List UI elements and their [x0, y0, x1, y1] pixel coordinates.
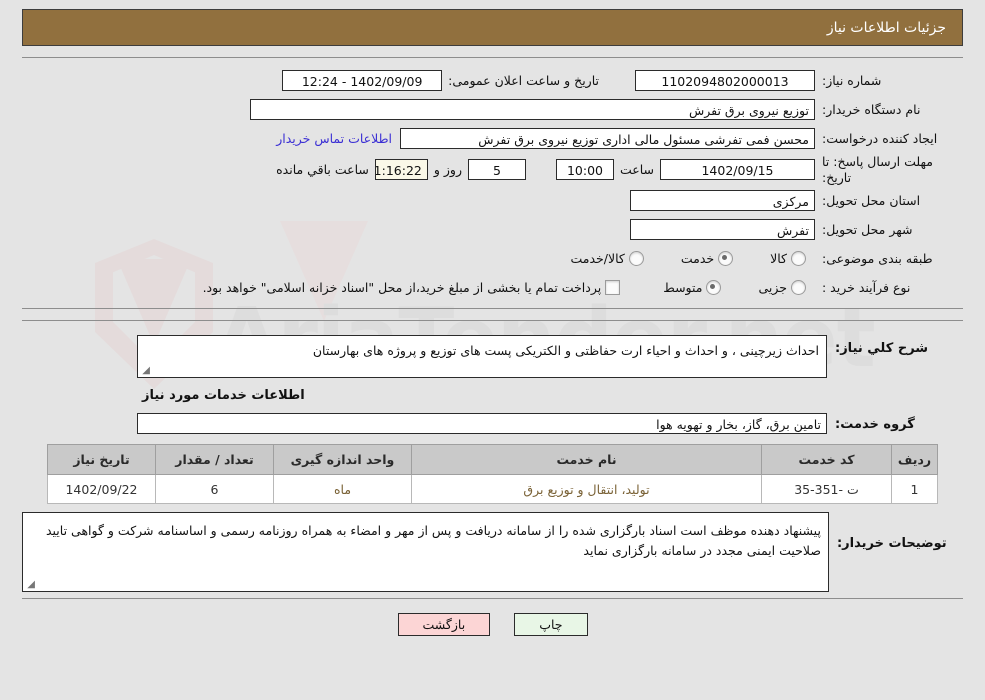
row-deadline: مهلت ارسال پاسخ: تا تاریخ: 1402/09/15 سا… — [22, 153, 963, 186]
process-option-motevaset-label: متوسط — [663, 280, 703, 296]
page-title-bar: جزئیات اطلاعات نیاز — [22, 9, 963, 46]
category-option-khedmat[interactable]: خدمت — [680, 251, 742, 267]
row-buyer-org: نام دستگاه خریدار: توزیع نیروی برق تفرش — [22, 95, 963, 124]
print-button[interactable]: چاپ — [514, 613, 588, 637]
public-announce-value: 1402/09/09 - 12:24 — [282, 70, 443, 91]
cell-need-date: 1402/09/22 — [47, 474, 156, 505]
deadline-label: مهلت ارسال پاسخ: تا تاریخ: — [822, 154, 933, 185]
cell-quantity: 6 — [155, 474, 274, 505]
table-row: 1 ت -351-35 تولید، انتقال و توزیع برق ما… — [47, 474, 938, 505]
row-need-number: شماره نیاز: 1102094802000013 تاریخ و ساع… — [22, 66, 963, 95]
buyer-notes-label: توضیحات خریدار: — [836, 536, 947, 552]
need-description-label: شرح کلي نیاز: — [835, 341, 929, 357]
need-description-textarea[interactable]: احداث زیرچینی ، و احداث و احیاء ارت حفاظ… — [137, 335, 827, 379]
buyer-contact-link[interactable]: اطلاعات تماس خریدار — [268, 131, 400, 146]
treasury-checkbox-label: پرداخت تمام یا بخشی از مبلغ خرید،از محل … — [202, 280, 602, 296]
category-option-kala-label: کالا — [770, 251, 787, 267]
radio-kala-icon[interactable] — [791, 251, 806, 267]
service-group-value: تامین برق، گاز، بخار و تهویه هوا — [137, 413, 827, 435]
services-panel: شرح کلي نیاز: احداث زیرچینی ، و احداث و … — [22, 320, 963, 600]
process-label: نوع فرآیند خرید : — [822, 280, 911, 296]
need-description-block: شرح کلي نیاز: احداث زیرچینی ، و احداث و … — [22, 335, 963, 379]
process-option-jozei[interactable]: جزیی — [758, 280, 815, 296]
page-root: جزئیات اطلاعات نیاز شماره نیاز: 11020948… — [0, 9, 985, 637]
creator-label: ایجاد کننده درخواست: — [822, 131, 938, 146]
row-category: طبقه بندی موضوعی: کالا خدمت کالا/خدمت — [22, 244, 963, 273]
radio-kala-khedmat-icon[interactable] — [628, 251, 644, 267]
city-label: شهر محل تحویل: — [822, 222, 913, 238]
category-label: طبقه بندی موضوعی: — [822, 251, 933, 267]
deadline-time-value: 10:00 — [555, 159, 614, 181]
services-table: ردیف کد خدمت نام خدمت واحد اندازه گیری ت… — [47, 444, 938, 505]
back-button[interactable]: بازگشت — [397, 613, 491, 637]
buyer-notes-textarea[interactable]: پیشنهاد دهنده موظف است اسناد بارگزاری شد… — [22, 512, 829, 593]
deadline-date-value: 1402/09/15 — [660, 159, 815, 181]
resize-grip-icon[interactable]: ◢ — [140, 366, 150, 376]
service-group-label: گروه خدمت: — [835, 417, 915, 433]
buyer-notes-value: پیشنهاد دهنده موظف است اسناد بارگزاری شد… — [45, 523, 821, 558]
category-option-kala[interactable]: کالا — [770, 251, 815, 267]
cell-unit: ماه — [273, 474, 412, 505]
need-number-value: 1102094802000013 — [635, 70, 815, 91]
row-service-group: گروه خدمت: تامین برق، گاز، بخار و تهویه … — [22, 409, 963, 438]
remaining-time-value: 21:16:22 — [374, 159, 428, 181]
radio-jozei-icon[interactable] — [791, 280, 806, 296]
buyer-notes-resize-grip-icon[interactable]: ◢ — [25, 580, 35, 590]
cell-index: 1 — [891, 474, 938, 505]
public-announce-label: تاریخ و ساعت اعلان عمومی: — [448, 73, 599, 88]
need-info-panel: شماره نیاز: 1102094802000013 تاریخ و ساع… — [22, 57, 963, 310]
cell-name: تولید، انتقال و توزیع برق — [411, 474, 762, 505]
need-number-label: شماره نیاز: — [822, 73, 882, 88]
cell-code: ت -351-35 — [761, 474, 892, 505]
process-option-motevaset[interactable]: متوسط — [663, 280, 730, 296]
services-section-title: اطلاعات خدمات مورد نیاز — [142, 388, 305, 404]
province-label: استان محل تحویل: — [822, 193, 921, 209]
table-header-row: ردیف کد خدمت نام خدمت واحد اندازه گیری ت… — [47, 444, 938, 476]
remaining-days-value: 5 — [467, 159, 526, 181]
city-value: تفرش — [630, 219, 815, 241]
need-description-value: احداث زیرچینی ، و احداث و احیاء ارت حفاظ… — [312, 343, 819, 359]
category-option-kala-khedmat[interactable]: کالا/خدمت — [570, 251, 652, 267]
remaining-label: ساعت باقي مانده — [276, 162, 369, 178]
row-process-type: نوع فرآیند خرید : جزیی متوسط پرداخت تمام… — [22, 273, 963, 302]
radio-motevaset-icon[interactable] — [706, 280, 722, 296]
col-header-code: کد خدمت — [761, 444, 892, 476]
category-option-kala-khedmat-label: کالا/خدمت — [570, 251, 625, 267]
col-header-index: ردیف — [891, 444, 938, 476]
buyer-org-label: نام دستگاه خریدار: — [822, 102, 921, 117]
col-header-unit: واحد اندازه گیری — [273, 444, 412, 476]
province-value: مرکزی — [630, 190, 815, 212]
col-header-name: نام خدمت — [411, 444, 762, 476]
row-city: شهر محل تحویل: تفرش — [22, 215, 963, 244]
buyer-notes-block: توضیحات خریدار: پیشنهاد دهنده موظف است ا… — [22, 512, 963, 593]
col-header-quantity: تعداد / مقدار — [155, 444, 274, 476]
process-option-jozei-label: جزیی — [758, 280, 787, 296]
category-option-khedmat-label: خدمت — [680, 251, 715, 267]
col-header-need-date: تاریخ نیاز — [47, 444, 156, 476]
treasury-checkbox-icon[interactable] — [605, 280, 621, 296]
days-label: روز و — [433, 162, 462, 178]
treasury-checkbox-group[interactable]: پرداخت تمام یا بخشی از مبلغ خرید،از محل … — [202, 280, 630, 296]
radio-khedmat-icon[interactable] — [718, 251, 734, 267]
footer-buttons: چاپ بازگشت — [0, 613, 985, 637]
page-title: جزئیات اطلاعات نیاز — [826, 19, 946, 36]
buyer-org-value: توزیع نیروی برق تفرش — [250, 99, 815, 120]
row-creator: ایجاد کننده درخواست: محسن فمی تفرشی مسئو… — [22, 124, 963, 153]
row-province: استان محل تحویل: مرکزی — [22, 186, 963, 215]
hour-label: ساعت — [619, 162, 654, 178]
creator-value: محسن فمی تفرشی مسئول مالی اداری توزیع نی… — [400, 128, 815, 149]
